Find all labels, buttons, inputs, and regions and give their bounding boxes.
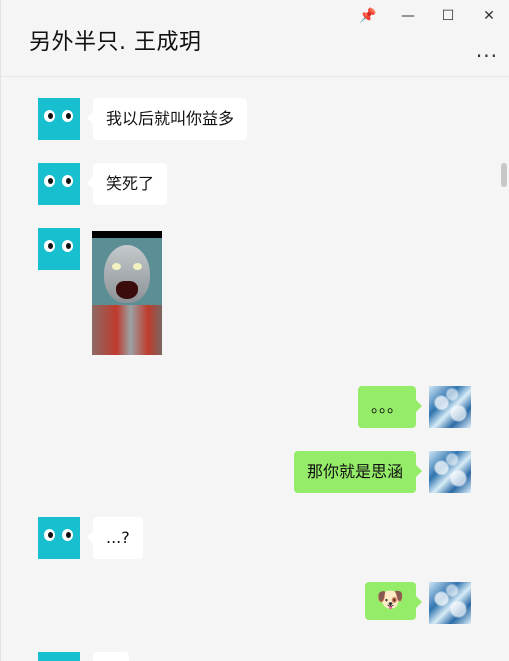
contact-avatar[interactable] bbox=[38, 517, 80, 559]
more-options-icon[interactable]: ··· bbox=[476, 44, 498, 68]
dog-emoji-message[interactable]: 🐶 bbox=[364, 582, 423, 620]
chat-window: 另外半只. 王成玥 📌 — ☐ ✕ ··· 我以后就叫你益多 笑死了 。。。 那… bbox=[0, 0, 509, 661]
contact-avatar[interactable] bbox=[38, 98, 80, 140]
my-avatar[interactable] bbox=[429, 451, 471, 493]
eye-icon bbox=[62, 240, 73, 252]
eye-icon bbox=[44, 175, 55, 187]
eye-icon bbox=[62, 529, 73, 541]
message-bubble[interactable]: ...? bbox=[87, 517, 143, 559]
ultraman-meme-image[interactable] bbox=[92, 231, 162, 355]
contact-avatar[interactable] bbox=[38, 228, 80, 270]
pin-icon[interactable]: 📌 bbox=[358, 6, 378, 26]
my-avatar[interactable] bbox=[429, 386, 471, 428]
close-icon[interactable]: ✕ bbox=[479, 6, 499, 26]
eye-icon bbox=[44, 240, 55, 252]
eye-icon bbox=[44, 110, 55, 122]
contact-avatar[interactable] bbox=[38, 163, 80, 205]
message-list[interactable]: 我以后就叫你益多 笑死了 。。。 那你就是思涵 ...? 🐶 bbox=[1, 77, 509, 661]
message-bubble[interactable]: 我以后就叫你益多 bbox=[86, 98, 248, 140]
maximize-icon[interactable]: ☐ bbox=[438, 6, 458, 26]
scrollbar-thumb[interactable] bbox=[501, 163, 507, 187]
contact-avatar[interactable] bbox=[38, 652, 80, 661]
message-bubble[interactable]: 那你就是思涵 bbox=[293, 451, 423, 493]
message-bubble[interactable]: 笑死了 bbox=[86, 163, 168, 205]
message-bubble[interactable]: 。。。 bbox=[357, 386, 423, 428]
my-avatar[interactable] bbox=[429, 582, 471, 624]
chat-title: 另外半只. 王成玥 bbox=[29, 30, 202, 55]
eye-icon bbox=[62, 175, 73, 187]
eye-icon bbox=[44, 529, 55, 541]
eye-icon bbox=[62, 110, 73, 122]
chat-header: 另外半只. 王成玥 📌 — ☐ ✕ ··· bbox=[1, 0, 509, 77]
message-bubble[interactable] bbox=[93, 652, 129, 661]
minimize-icon[interactable]: — bbox=[398, 6, 418, 26]
